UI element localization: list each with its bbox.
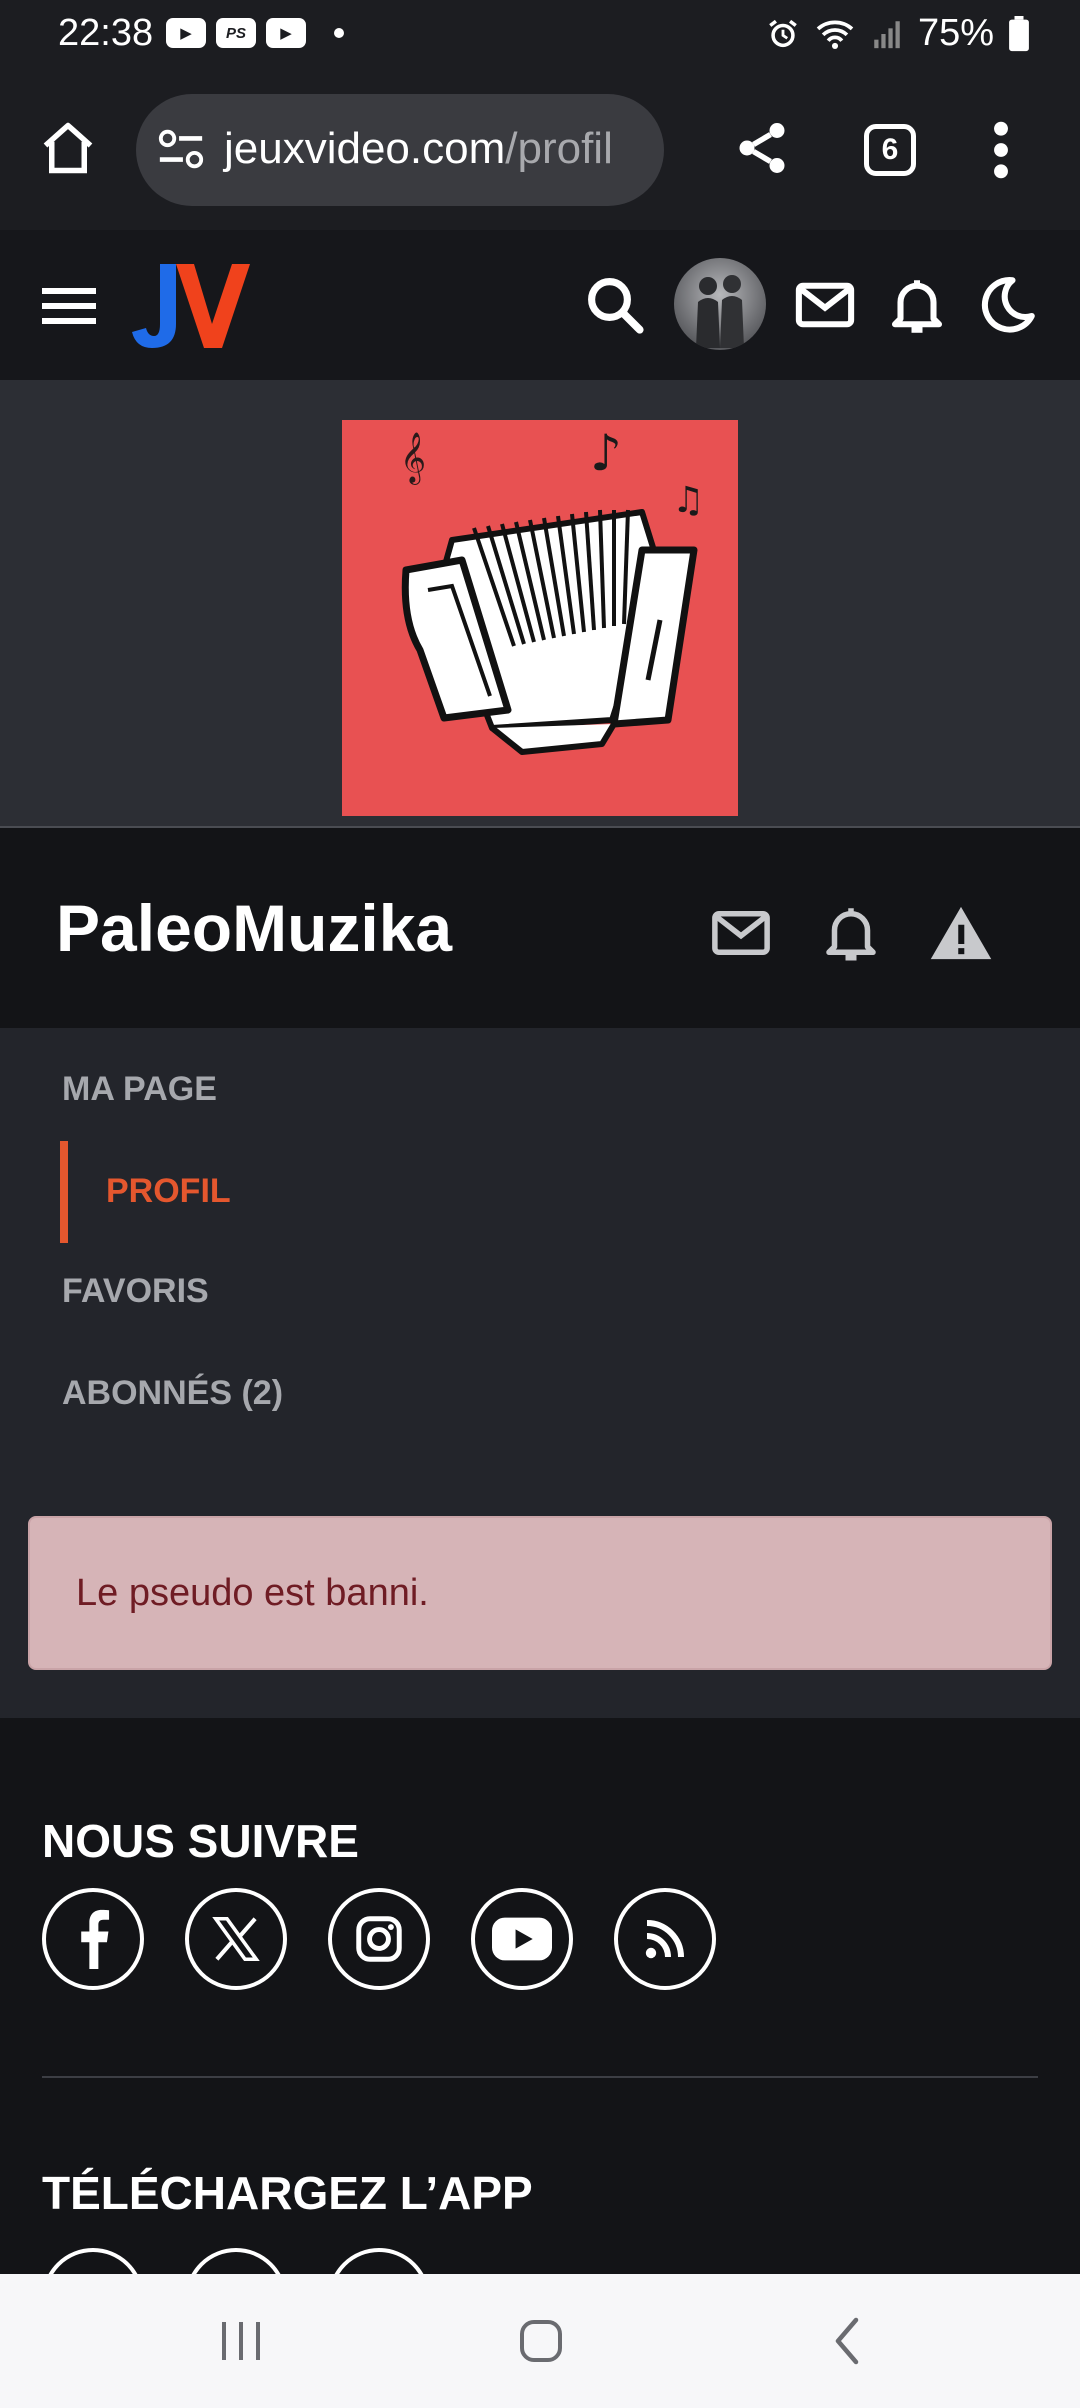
status-time: 22:38 (58, 12, 154, 54)
app-download-icon[interactable] (328, 2248, 430, 2274)
avatar-silhouettes (696, 275, 744, 348)
share-icon[interactable] (732, 116, 792, 180)
address-bar[interactable]: jeuxvideo.com/profil (136, 94, 664, 206)
playstation-notification-icon: PS (216, 18, 256, 48)
instagram-icon[interactable] (328, 1888, 430, 1990)
signal-icon (874, 20, 900, 48)
nav-abonnes[interactable]: ABONNÉS (2) (62, 1374, 283, 1413)
app-store-icon[interactable] (42, 2248, 144, 2274)
battery-percent: 75% (917, 12, 994, 54)
profile-username: PaleoMuzika (56, 891, 453, 965)
dark-mode-icon[interactable] (974, 272, 1040, 338)
url-path: /profil (505, 124, 613, 173)
battery-icon (1009, 15, 1029, 51)
more-options-icon[interactable] (986, 118, 1016, 182)
profile-banner: 𝄞 ♪ ♫ (0, 380, 1080, 828)
follow-title: NOUS SUIVRE (42, 1815, 359, 1867)
youtube-notification-icon: ▶ (166, 18, 206, 48)
search-icon[interactable] (582, 272, 648, 338)
alarm-icon (769, 19, 797, 47)
more-notifications-dot (334, 28, 344, 38)
home-nav-icon[interactable] (516, 2314, 566, 2368)
nav-favoris[interactable]: FAVORIS (62, 1272, 209, 1311)
ban-alert-message: Le pseudo est banni. (76, 1572, 429, 1614)
report-warning-icon[interactable] (928, 900, 994, 966)
subscribe-bell-icon[interactable] (818, 900, 884, 966)
hamburger-menu-icon[interactable] (42, 286, 96, 326)
android-navigation-bar (0, 2274, 1080, 2408)
jv-logo[interactable] (132, 256, 258, 356)
x-icon[interactable] (185, 1888, 287, 1990)
ban-alert: Le pseudo est banni. (28, 1516, 1052, 1670)
back-icon[interactable] (824, 2314, 874, 2368)
send-message-icon[interactable] (708, 900, 774, 966)
notification-icons: ▶ PS ▶ (166, 18, 344, 48)
bell-icon[interactable] (884, 272, 950, 338)
profile-header: PaleoMuzika (0, 830, 1080, 1028)
site-header (0, 230, 1080, 380)
svg-text:♫: ♫ (672, 480, 704, 521)
tab-switcher-button[interactable]: 6 (864, 124, 916, 176)
profile-avatar-image: 𝄞 ♪ ♫ (342, 420, 738, 816)
svg-text:𝄞: 𝄞 (400, 432, 426, 485)
svg-text:♪: ♪ (590, 424, 622, 482)
nav-profil[interactable]: PROFIL (106, 1172, 231, 1211)
facebook-icon[interactable] (42, 1888, 144, 1990)
nav-active-indicator (60, 1141, 68, 1243)
youtube-icon[interactable] (471, 1888, 573, 1990)
google-play-icon[interactable] (185, 2248, 287, 2274)
home-icon[interactable] (38, 118, 98, 178)
download-app-title: TÉLÉCHARGEZ L’APP (42, 2167, 533, 2219)
accordion-illustration: 𝄞 ♪ ♫ (400, 424, 704, 755)
browser-toolbar: jeuxvideo.com/profil 6 (0, 68, 1080, 230)
recent-apps-icon[interactable] (216, 2314, 266, 2368)
url-text: jeuxvideo.com/profil (224, 124, 613, 174)
footer-divider (42, 2076, 1038, 2078)
youtube-notification-icon-2: ▶ (266, 18, 306, 48)
user-avatar[interactable] (674, 258, 766, 350)
nav-ma-page[interactable]: MA PAGE (62, 1070, 217, 1109)
mail-icon[interactable] (792, 272, 858, 338)
wifi-icon (816, 20, 854, 49)
system-status: 75% (766, 12, 1030, 55)
status-bar: 22:38 ▶ PS ▶ 75% (0, 0, 1080, 68)
site-footer: NOUS SUIVRE TÉLÉCHARGEZ L’APP (0, 1718, 1080, 2274)
url-domain: jeuxvideo.com (224, 124, 506, 173)
site-settings-icon[interactable] (156, 128, 206, 172)
rss-icon[interactable] (614, 1888, 716, 1990)
profile-nav: MA PAGE PROFIL FAVORIS ABONNÉS (2) Le ps… (0, 1028, 1080, 1718)
